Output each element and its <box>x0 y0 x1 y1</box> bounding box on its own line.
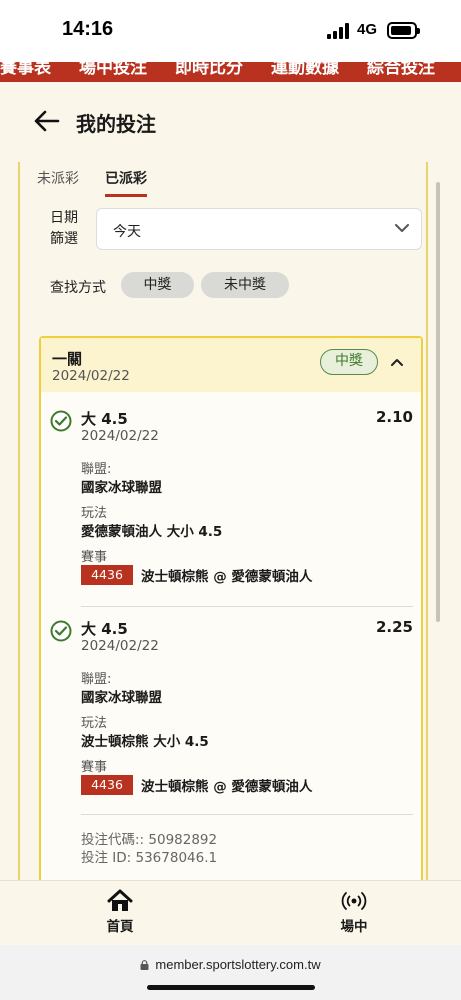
page-header: 我的投注 <box>0 82 461 162</box>
selection-name: 大 4.5 <box>81 620 128 638</box>
tab-settled[interactable]: 已派彩 <box>105 168 147 197</box>
back-arrow-icon[interactable] <box>34 110 60 132</box>
league-value: 國家冰球聯盟 <box>81 480 162 496</box>
url-text: member.sportslottery.com.tw <box>155 957 321 972</box>
page-title: 我的投注 <box>76 112 156 136</box>
network-type: 4G <box>357 21 378 38</box>
match-row: 4436 波士頓棕熊 @ 愛德蒙頓油人 <box>81 775 312 795</box>
divider <box>81 814 413 815</box>
signal-icon <box>327 23 351 39</box>
date-filter-select[interactable]: 今天 <box>96 208 422 250</box>
bet-card-header[interactable]: 一關 2024/02/22 中獎 <box>41 338 421 392</box>
search-method-label: 查找方式 <box>50 280 106 296</box>
status-badge: 中獎 <box>320 349 378 375</box>
match-name: 波士頓棕熊 @ 愛德蒙頓油人 <box>141 779 313 795</box>
battery-icon <box>387 22 420 39</box>
match-number-badge: 4436 <box>81 565 133 585</box>
match-label: 賽事 <box>81 760 108 775</box>
status-time: 14:16 <box>62 18 114 40</box>
selection-odds: 2.10 <box>375 408 413 426</box>
home-icon <box>107 889 133 911</box>
selection-odds: 2.25 <box>375 618 413 636</box>
bet-id: 投注 ID: 53678046.1 <box>81 850 218 866</box>
market-value: 愛德蒙頓油人 大小 4.5 <box>81 524 223 540</box>
scrollbar[interactable] <box>436 182 440 622</box>
check-circle-icon <box>50 620 72 642</box>
top-nav-item-live-betting[interactable]: 場中投注 <box>79 62 147 78</box>
league-label: 聯盟: <box>81 672 112 687</box>
market-value: 波士頓棕熊 大小 4.5 <box>81 734 209 750</box>
match-number-badge: 4436 <box>81 775 133 795</box>
filter-chip-won[interactable]: 中獎 <box>121 272 194 298</box>
bottom-tab-label: 場中 <box>340 919 368 935</box>
chevron-up-icon[interactable] <box>391 358 403 366</box>
bottom-tab-bar: 首頁 場中 <box>0 880 461 945</box>
bet-code: 投注代碼:: 50982892 <box>81 832 218 848</box>
bets-content: 未派彩 已派彩 日期篩選 今天 查找方式 中獎 未中獎 一關 2024/02/2… <box>17 162 429 880</box>
date-filter-value: 今天 <box>113 224 141 240</box>
live-broadcast-icon <box>341 892 367 910</box>
league-label: 聯盟: <box>81 462 112 477</box>
filter-chip-lost[interactable]: 未中獎 <box>201 272 289 298</box>
url-display[interactable]: member.sportslottery.com.tw <box>0 957 461 972</box>
chevron-down-icon <box>395 224 409 232</box>
selection-name: 大 4.5 <box>81 410 128 428</box>
bottom-tab-live[interactable]: 場中 <box>314 889 394 935</box>
bet-card: 一關 2024/02/22 中獎 大 4.5 2.10 2024/02/22 聯… <box>39 336 423 880</box>
selection-date: 2024/02/22 <box>81 638 159 654</box>
home-indicator <box>147 985 315 990</box>
top-nav-item-live-scores[interactable]: 即時比分 <box>175 62 243 78</box>
lock-icon <box>140 960 149 970</box>
match-row: 4436 波士頓棕熊 @ 愛德蒙頓油人 <box>81 565 312 585</box>
date-filter-label: 日期篩選 <box>50 210 78 247</box>
top-nav-item-combo-betting[interactable]: 綜合投注 <box>367 62 435 78</box>
status-bar: 14:16 4G <box>0 0 461 62</box>
check-circle-icon <box>50 410 72 432</box>
divider <box>81 606 413 607</box>
top-nav-item-schedule[interactable]: 賽事表 <box>0 62 51 78</box>
bet-type: 一關 <box>52 350 83 368</box>
tab-unsettled[interactable]: 未派彩 <box>37 168 79 197</box>
market-label: 玩法 <box>81 506 108 521</box>
top-nav-item-sports-data[interactable]: 運動數據 <box>271 62 339 78</box>
settlement-tabs: 未派彩 已派彩 <box>37 168 147 197</box>
top-nav: 賽事表 場中投注 即時比分 運動數據 綜合投注 <box>0 62 461 82</box>
selection-date: 2024/02/22 <box>81 428 159 444</box>
bottom-tab-home[interactable]: 首頁 <box>80 889 160 935</box>
match-label: 賽事 <box>81 550 108 565</box>
browser-url-bar[interactable]: member.sportslottery.com.tw <box>0 945 461 1000</box>
match-name: 波士頓棕熊 @ 愛德蒙頓油人 <box>141 569 313 585</box>
market-label: 玩法 <box>81 716 108 731</box>
bottom-tab-label: 首頁 <box>106 919 134 935</box>
league-value: 國家冰球聯盟 <box>81 690 162 706</box>
bet-date: 2024/02/22 <box>52 368 130 384</box>
